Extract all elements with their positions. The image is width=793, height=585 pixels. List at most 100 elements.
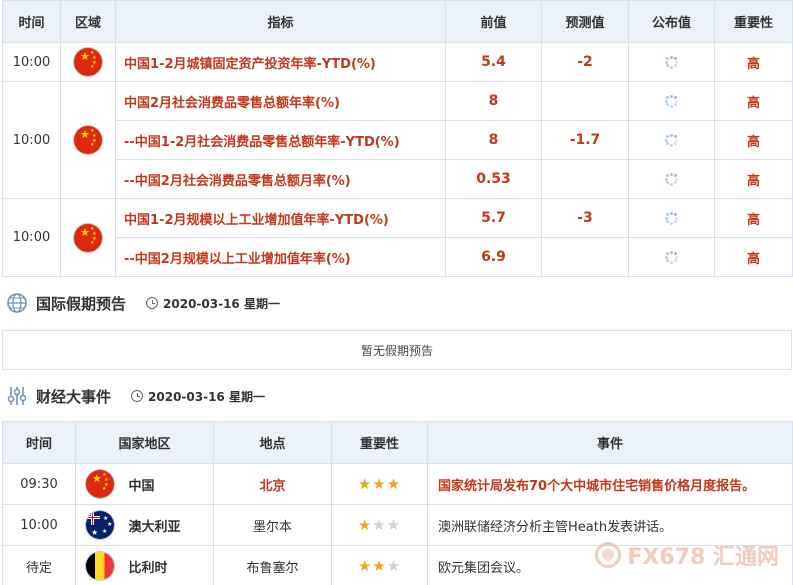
loading-spinner-icon <box>665 211 679 225</box>
loading-spinner-icon <box>665 55 679 69</box>
header-importance: 重要性 <box>331 421 428 464</box>
table-row: 10:00 ★ ★ ★ ★ ★ 中国1-2月城镇固定资产投资年率-YTD(%) 5.4 … <box>2 42 793 82</box>
actual-value <box>628 42 715 82</box>
previous-value: 5.4 <box>445 42 542 82</box>
indicator-link[interactable]: 中国2月社会消费品零售总额年率(%) <box>115 81 446 121</box>
forecast-value: -3 <box>541 198 629 238</box>
clock-icon <box>131 390 144 402</box>
table-header-row: 时间 区域 指标 前值 预测值 公布值 重要性 <box>2 0 793 43</box>
table-header-row: 时间 国家地区 地点 重要性 事件 <box>2 421 793 464</box>
china-flag-icon: ★ ★ ★ ★ ★ <box>74 223 102 252</box>
events-date: 2020-03-16 星期一 <box>148 389 265 404</box>
country-name: 比利时 <box>128 560 168 576</box>
star-rating: ★★★ <box>358 475 401 493</box>
header-country: 国家地区 <box>75 421 214 464</box>
indicator-link[interactable]: --中国2月规模以上工业增加值年率(%) <box>115 237 446 277</box>
previous-value: 0.53 <box>445 159 542 199</box>
star-empty-icon: ★ <box>372 516 387 534</box>
star-filled-icon: ★ <box>357 475 373 493</box>
star-filled-icon: ★ <box>386 475 402 493</box>
fx678-logo-icon <box>595 542 622 568</box>
holiday-title: 国际假期预告 <box>36 294 127 313</box>
globe-icon <box>7 293 27 313</box>
table-row: --中国2月规模以上工业增加值年率(%) 6.9 高 <box>3 237 793 277</box>
forecast-value: -2 <box>541 42 629 82</box>
actual-value <box>628 159 715 199</box>
sliders-icon <box>7 387 27 405</box>
star-rating: ★★★ <box>358 557 401 575</box>
importance-value: 高 <box>714 237 793 277</box>
loading-spinner-icon <box>665 133 679 147</box>
header-indicator: 指标 <box>115 0 446 43</box>
importance-value: 高 <box>714 120 793 160</box>
country-name: 中国 <box>128 478 155 494</box>
importance-stars: ★★★ <box>331 463 428 505</box>
region-cell: ★ ★ ★ ★ ★ <box>60 198 116 277</box>
belgium-flag-icon <box>86 552 114 580</box>
header-region: 区域 <box>60 0 116 43</box>
row-time: 10:00 <box>2 198 61 277</box>
star-filled-icon: ★ <box>372 557 387 575</box>
star-filled-icon: ★ <box>357 557 373 575</box>
header-location: 地点 <box>213 421 332 464</box>
holiday-empty-box: 暂无假期预告 <box>2 330 792 370</box>
country-name: 澳大利亚 <box>128 519 181 535</box>
table-row: 10:00 ★ ★ ★ ★ ★ 中国2月社会消费品零售总额年率(%) 8 高 <box>2 81 793 199</box>
country-cell: 比利时 <box>75 545 214 585</box>
importance-value: 高 <box>714 159 793 199</box>
event-description: 国家统计局发布70个大中城市住宅销售价格月度报告。 <box>427 463 793 505</box>
events-title: 财经大事件 <box>36 387 112 406</box>
region-cell: ★ ★ ★ ★ ★ <box>60 81 116 199</box>
importance-stars: ★★★ <box>331 504 428 546</box>
header-time: 时间 <box>2 421 76 464</box>
event-location: 布鲁塞尔 <box>213 545 332 585</box>
holiday-section-header: 国际假期预告 2020-03-16 星期一 <box>6 292 280 314</box>
loading-spinner-icon <box>665 94 679 108</box>
header-importance: 重要性 <box>714 0 793 43</box>
indicator-link[interactable]: 中国1-2月城镇固定资产投资年率-YTD(%) <box>115 42 446 82</box>
event-location: 北京 <box>213 463 332 505</box>
holiday-date: 2020-03-16 星期一 <box>163 296 280 311</box>
event-time: 待定 <box>2 545 76 585</box>
header-event: 事件 <box>427 421 793 464</box>
actual-value <box>628 81 715 121</box>
header-time: 时间 <box>2 0 61 43</box>
previous-value: 6.9 <box>445 237 542 277</box>
clock-icon <box>146 297 159 309</box>
holiday-empty-text: 暂无假期预告 <box>360 343 433 358</box>
importance-value: 高 <box>714 81 793 121</box>
importance-value: 高 <box>714 42 793 82</box>
indicator-link[interactable]: 中国1-2月规模以上工业增加值年率-YTD(%) <box>115 198 446 238</box>
fx678-watermark: FX678 汇通网 <box>595 539 779 571</box>
country-cell: ★ ★ ★ ★ 澳大利亚 <box>75 504 214 546</box>
header-forecast: 预测值 <box>541 0 629 43</box>
star-empty-icon: ★ <box>386 557 402 575</box>
header-actual: 公布值 <box>628 0 715 43</box>
indicator-link[interactable]: --中国1-2月社会消费品零售总额年率-YTD(%) <box>115 120 446 160</box>
china-flag-icon: ★ ★ ★ ★ ★ <box>86 470 114 498</box>
row-time: 10:00 <box>2 42 61 82</box>
header-previous: 前值 <box>445 0 542 43</box>
importance-stars: ★★★ <box>331 545 428 585</box>
indicator-link[interactable]: --中国2月社会消费品零售总额月率(%) <box>115 159 446 199</box>
table-row: 09:30 ★ ★ ★ ★ ★ 中国 北京 ★★★ 国家统计局发布70个大中城市住宅销售… <box>2 463 793 505</box>
star-filled-icon: ★ <box>372 475 387 493</box>
loading-spinner-icon <box>665 172 679 186</box>
importance-value: 高 <box>714 198 793 238</box>
table-row: 10:00 ★ ★ ★ ★ ★ 中国1-2月规模以上工业增加值年率-YTD(%) 5.7… <box>2 198 793 277</box>
previous-value: 8 <box>445 120 542 160</box>
watermark-text: FX678 汇通网 <box>627 545 779 570</box>
event-time: 10:00 <box>2 504 76 546</box>
forecast-value <box>541 159 629 199</box>
previous-value: 5.7 <box>445 198 542 238</box>
star-empty-icon: ★ <box>386 516 402 534</box>
table-row: --中国2月社会消费品零售总额月率(%) 0.53 高 <box>3 159 793 199</box>
china-flag-icon: ★ ★ ★ ★ ★ <box>74 48 102 76</box>
events-section-header: 财经大事件 2020-03-16 星期一 <box>6 385 265 407</box>
loading-spinner-icon <box>665 250 679 264</box>
row-time: 10:00 <box>2 81 61 199</box>
economic-calendar-table: 时间 区域 指标 前值 预测值 公布值 重要性 10:00 ★ ★ ★ ★ ★ 中国1-… <box>2 0 793 277</box>
actual-value <box>628 237 715 277</box>
forecast-value <box>541 237 629 277</box>
australia-flag-icon: ★ ★ ★ ★ <box>86 511 114 539</box>
